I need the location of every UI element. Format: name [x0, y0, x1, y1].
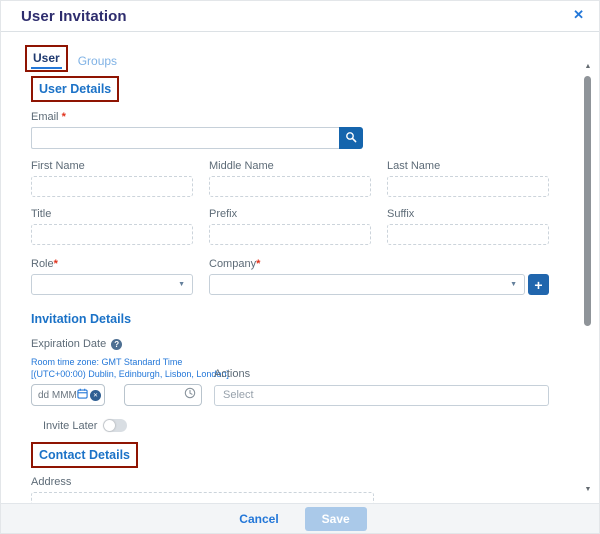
dialog-footer: Cancel Save — [1, 503, 599, 533]
field-role: Role* ▼ — [31, 258, 193, 295]
prefix-label: Prefix — [209, 208, 371, 220]
required-asterisk: * — [256, 258, 260, 270]
title-label: Title — [31, 208, 193, 220]
user-invitation-dialog: User Invitation ✕ User Groups User Detai… — [0, 0, 600, 534]
address-label: Address — [31, 476, 549, 488]
vertical-scrollbar: ▲ ▼ — [582, 59, 594, 497]
first-name-field[interactable] — [31, 176, 193, 197]
timezone-line1: Room time zone: GMT Standard Time — [31, 356, 214, 368]
clock-icon[interactable] — [184, 386, 196, 404]
dialog-body: User Groups User Details Email * First N… — [1, 32, 599, 503]
annotation-box-contact-details: Contact Details — [31, 442, 138, 468]
middle-name-field[interactable] — [209, 176, 371, 197]
suffix-field[interactable] — [387, 224, 549, 245]
role-company-row: Role* ▼ Company* ▼ + — [31, 258, 549, 295]
required-asterisk: * — [62, 111, 66, 123]
company-select[interactable]: ▼ — [209, 274, 525, 295]
invite-later-toggle[interactable] — [103, 419, 127, 432]
tab-user[interactable]: User — [31, 51, 62, 69]
invite-later-label: Invite Later — [43, 420, 97, 432]
company-label: Company* — [209, 258, 525, 270]
section-contact-details: Contact Details — [39, 448, 130, 462]
title-fields-row: Title Prefix Suffix — [31, 208, 549, 245]
expiration-time-input[interactable] — [124, 384, 202, 406]
cancel-button[interactable]: Cancel — [233, 511, 284, 527]
title-field[interactable] — [31, 224, 193, 245]
datetime-actions-row: dd MMM y ✕ Select — [31, 384, 549, 406]
search-icon — [345, 131, 357, 146]
expiration-date-label: Expiration Date — [31, 338, 106, 350]
scroll-up-icon[interactable]: ▲ — [582, 63, 594, 70]
email-row — [31, 127, 363, 149]
invite-later-row: Invite Later — [43, 419, 549, 432]
first-name-label: First Name — [31, 160, 193, 172]
tab-groups[interactable]: Groups — [78, 54, 117, 72]
role-select[interactable]: ▼ — [31, 274, 193, 295]
scroll-down-icon[interactable]: ▼ — [582, 486, 594, 493]
expiration-date-input[interactable]: dd MMM y ✕ — [31, 384, 105, 406]
dialog-header: User Invitation — [1, 1, 599, 32]
add-company-button[interactable]: + — [528, 274, 549, 295]
search-button[interactable] — [339, 127, 363, 149]
prefix-field[interactable] — [209, 224, 371, 245]
annotation-box-user-tab: User — [25, 45, 68, 72]
datetime-fields: dd MMM y ✕ — [31, 384, 214, 406]
field-middle-name: Middle Name — [209, 160, 371, 197]
annotation-box-user-details: User Details — [31, 76, 119, 102]
middle-name-label: Middle Name — [209, 160, 371, 172]
page-title: User Invitation — [21, 8, 127, 25]
section-invitation-details: Invitation Details — [31, 312, 131, 326]
role-label: Role* — [31, 258, 193, 270]
last-name-label: Last Name — [387, 160, 549, 172]
field-last-name: Last Name — [387, 160, 549, 197]
address-field[interactable] — [31, 492, 374, 503]
plus-icon: + — [534, 278, 542, 292]
field-first-name: First Name — [31, 160, 193, 197]
actions-select[interactable]: Select — [214, 385, 549, 406]
timezone-actions-labels: Room time zone: GMT Standard Time [(UTC+… — [31, 356, 549, 380]
save-button[interactable]: Save — [305, 507, 367, 531]
required-asterisk: * — [54, 258, 58, 270]
company-select-wrap: Company* ▼ — [209, 258, 525, 295]
email-field[interactable] — [31, 127, 339, 149]
last-name-field[interactable] — [387, 176, 549, 197]
chevron-down-icon: ▼ — [510, 281, 517, 288]
timezone-line2: [(UTC+00:00) Dublin, Edinburgh, Lisbon, … — [31, 368, 214, 380]
date-placeholder: dd MMM y — [38, 390, 77, 401]
field-prefix: Prefix — [209, 208, 371, 245]
field-suffix: Suffix — [387, 208, 549, 245]
clear-date-icon[interactable]: ✕ — [90, 390, 101, 401]
toggle-knob — [104, 420, 115, 431]
close-icon[interactable]: ✕ — [573, 8, 584, 21]
info-icon[interactable]: ? — [111, 339, 122, 350]
name-fields-row: First Name Middle Name Last Name — [31, 160, 549, 197]
timezone-text: Room time zone: GMT Standard Time [(UTC+… — [31, 356, 214, 380]
actions-select-value: Select — [223, 389, 254, 401]
field-company: Company* ▼ + — [209, 258, 549, 295]
email-label: Email * — [31, 111, 549, 123]
section-invitation-details-wrap: Invitation Details — [31, 310, 549, 328]
actions-label: Actions — [214, 368, 549, 380]
field-title: Title — [31, 208, 193, 245]
calendar-icon[interactable] — [77, 386, 88, 404]
scrollbar-thumb[interactable] — [584, 76, 591, 326]
chevron-down-icon: ▼ — [178, 281, 185, 288]
expiration-row: Expiration Date ? — [31, 338, 549, 350]
suffix-label: Suffix — [387, 208, 549, 220]
tab-bar: User Groups — [25, 45, 549, 72]
section-user-details: User Details — [39, 82, 111, 96]
